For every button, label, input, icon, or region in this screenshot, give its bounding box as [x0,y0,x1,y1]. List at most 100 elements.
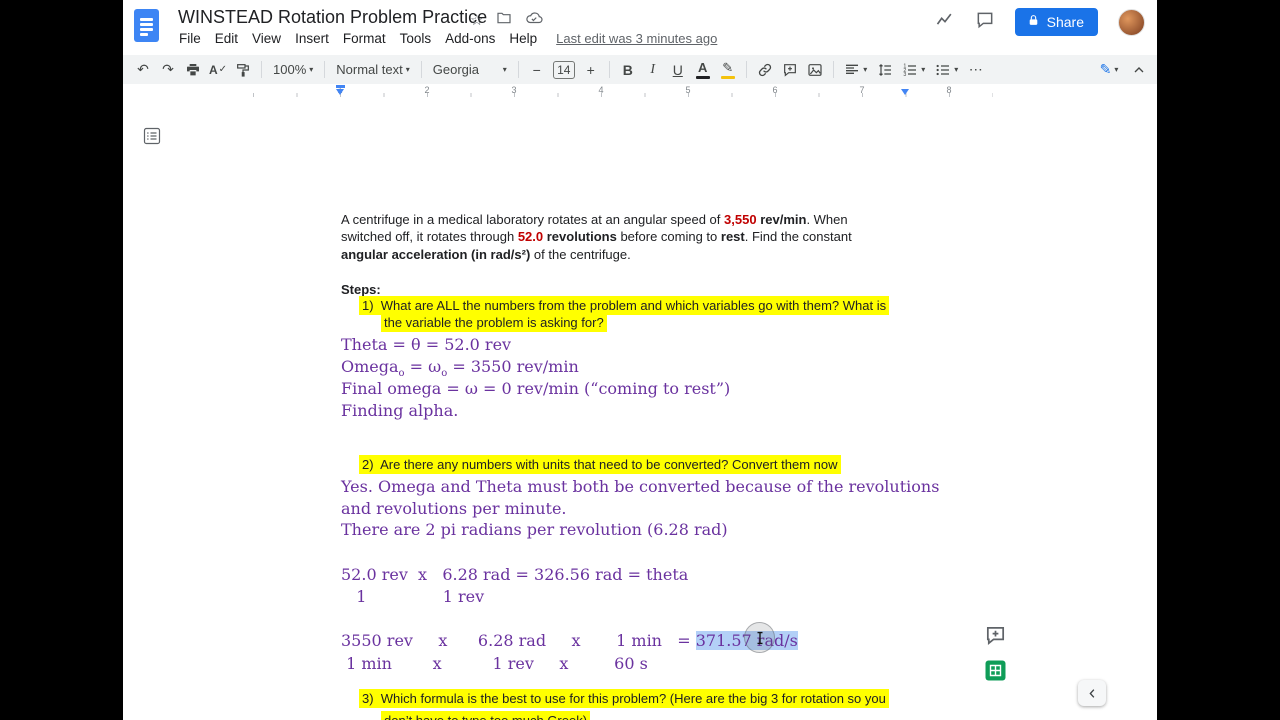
numbered-list-button[interactable]: 123 ▾ [898,58,930,82]
text-line[interactable]: don’t have to type too much Greek) [381,711,591,720]
horizontal-ruler[interactable]: 1 2 3 4 5 6 7 8 [123,84,1157,100]
editing-mode-button[interactable]: ✎ ▾ [1097,58,1121,82]
text-line[interactable]: 2) Are there any numbers with units that… [359,455,841,474]
chevron-down-icon: ▾ [921,65,926,74]
docs-logo-icon[interactable] [134,9,159,42]
text-line[interactable]: angular acceleration (in rad/s²) of the … [341,247,631,263]
ruler-number: 8 [946,85,952,95]
activity-dashboard-icon[interactable] [935,10,955,35]
text-cursor-icon [757,631,762,644]
side-panel-tab[interactable] [1078,680,1106,706]
open-comments-icon[interactable] [975,10,995,35]
undo-button[interactable]: ↶ [131,58,155,82]
first-line-indent-marker[interactable] [336,85,345,88]
spellcheck-check: ✓ [218,64,228,75]
toolbar-separator [261,61,262,78]
text-run-red: 52.0 [517,229,544,244]
add-comment-button[interactable] [778,58,802,82]
text-line[interactable]: Theta = θ = 52.0 rev [341,334,511,355]
text-run-red: 3,550 [724,212,757,227]
more-toolbar-button[interactable]: ⋯ [964,58,988,82]
text-line[interactable]: 1) What are ALL the numbers from the pro… [359,296,890,315]
spellcheck-button[interactable]: A ✓ [206,58,230,82]
ruler-number: 3 [511,85,517,95]
italic-button[interactable]: I [641,58,665,82]
indent-marker-right[interactable] [901,89,909,95]
highlight-color-bar [720,75,735,79]
underline-button[interactable]: U [666,58,690,82]
last-edit-link[interactable]: Last edit was 3 minutes ago [556,31,717,46]
star-icon[interactable]: ☆ [470,12,483,30]
text-line[interactable]: Final omega = ω = 0 rev/min (“coming to … [341,378,730,399]
menu-tools[interactable]: Tools [393,29,439,48]
click-ripple [744,622,775,653]
text-line[interactable]: switched off, it rotates through 52.0 re… [341,229,852,245]
menu-addons[interactable]: Add-ons [438,29,502,48]
indent-marker-left[interactable] [336,85,345,95]
menu-insert[interactable]: Insert [288,29,336,48]
work-text: and revolutions per minute. [341,499,567,518]
insert-link-button[interactable] [753,58,777,82]
font-size-field[interactable]: 14 [552,60,575,79]
menu-file[interactable]: File [172,29,208,48]
chevron-down-icon: ▾ [954,65,959,74]
add-comment-floating-button[interactable] [984,624,1007,647]
sheets-icon[interactable] [985,660,1006,681]
text-line[interactable]: Finding alpha. [341,400,458,421]
align-button[interactable]: ▾ [840,58,872,82]
line-spacing-button[interactable] [873,58,897,82]
document-outline-icon[interactable] [143,127,161,145]
text-line[interactable]: There are 2 pi radians per revolution (6… [341,519,728,540]
text-line[interactable]: and revolutions per minute. [341,498,567,519]
spellcheck-letter: A [208,62,218,77]
increase-font-size-button[interactable]: + [579,58,603,82]
redo-button[interactable]: ↷ [156,58,180,82]
ruler-number: 5 [685,85,691,95]
avatar[interactable] [1118,8,1145,36]
font-family-select[interactable]: Georgia ▾ [428,62,512,77]
text-line[interactable]: 3) Which formula is the best to use for … [359,689,889,708]
text-run-bold: revolutions [546,229,617,244]
text-run-bold: angular acceleration (in rad/s²) [341,247,531,262]
ruler-number: 6 [772,85,778,95]
highlighted-question: don’t have to type too much Greek) [381,711,591,720]
menu-help[interactable]: Help [502,29,544,48]
text-run: before coming to [616,229,721,244]
math-line[interactable]: 52.0 rev x 6.28 rad = 326.56 rad = theta [341,564,688,585]
bold-button[interactable]: B [616,58,640,82]
text-line[interactable]: Yes. Omega and Theta must both be conver… [341,476,939,497]
right-indent-marker[interactable] [901,89,909,95]
paint-format-button[interactable] [231,58,255,82]
zoom-select[interactable]: 100% ▾ [268,62,318,77]
print-button[interactable] [181,58,205,82]
bulleted-list-button[interactable]: ▾ [931,58,963,82]
toolbar-separator [324,61,326,78]
toolbar: ↶ ↷ A ✓ 100% ▾ Normal text ▾ Georgia ▾ −… [123,55,1157,84]
math-line[interactable]: 1 1 rev [341,586,484,607]
math-line[interactable]: 1 min x 1 rev x 60 s [341,653,648,674]
toolbar-separator [420,61,422,78]
ruler-number: 2 [424,85,430,95]
text-run: . Find the constant [744,229,852,244]
menu-format[interactable]: Format [336,29,393,48]
work-text: Omega [341,357,399,376]
text-line[interactable]: A centrifuge in a medical laboratory rot… [341,212,848,228]
share-button[interactable]: Share [1014,8,1098,36]
menu-view[interactable]: View [245,29,288,48]
paragraph-style-select[interactable]: Normal text ▾ [331,62,414,77]
highlighter-pen-icon: ✎ [722,60,734,75]
ruler-number: 4 [598,85,604,95]
text-line[interactable]: the variable the problem is asking for? [381,313,607,332]
hide-menus-button[interactable] [1127,58,1151,82]
text-run-bold: rev/min [760,212,807,227]
document-title[interactable]: WINSTEAD Rotation Problem Practice [178,7,487,28]
menu-edit[interactable]: Edit [208,29,245,48]
math-line[interactable]: 3550 rev x 6.28 rad x 1 min = 371.57 rad… [341,630,798,651]
left-indent-marker[interactable] [336,89,344,95]
decrease-font-size-button[interactable]: − [525,58,549,82]
highlight-color-button[interactable]: ✎ [716,58,740,82]
document-page[interactable]: A centrifuge in a medical laboratory rot… [253,100,993,720]
insert-image-button[interactable] [803,58,827,82]
menu-bar: File Edit View Insert Format Tools Add-o… [172,28,717,48]
text-color-button[interactable]: A [691,58,715,82]
